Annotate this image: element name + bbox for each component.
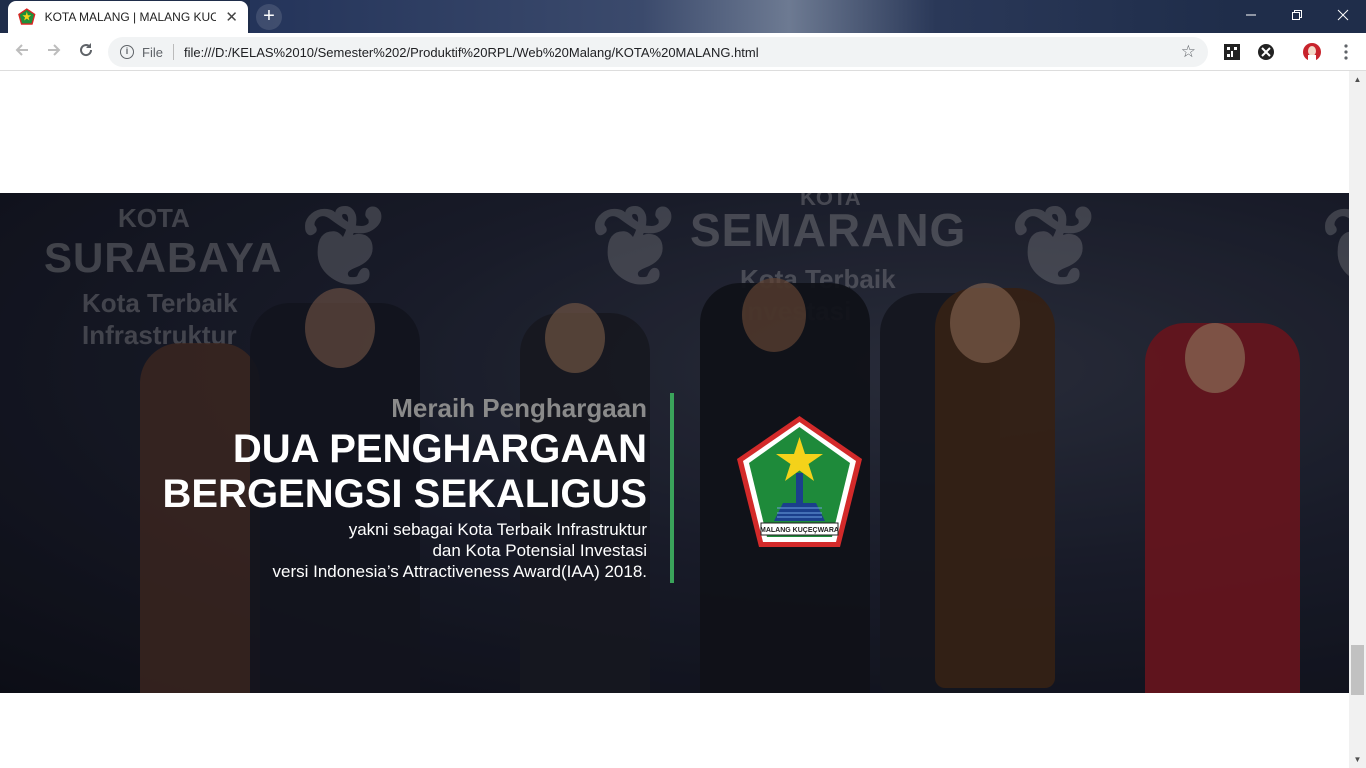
accent-divider <box>670 393 674 583</box>
restore-icon[interactable] <box>1274 0 1320 30</box>
menu-dots-icon[interactable] <box>1336 42 1356 62</box>
extension-grid-icon[interactable] <box>1222 42 1242 62</box>
tab-title: KOTA MALANG | MALANG KUCEÇWARA <box>44 10 217 24</box>
malang-emblem-icon: MALANG KUÇEÇWARA <box>737 416 862 547</box>
award-eyebrow: Meraih Penghargaan <box>391 393 647 423</box>
browser-titlebar: KOTA MALANG | MALANG KUCEÇWARA ✕ + <box>0 0 1366 33</box>
minimize-icon[interactable] <box>1228 0 1274 30</box>
scrollbar-thumb[interactable] <box>1351 645 1364 695</box>
award-headline-line1: DUA PENGHARGAAN <box>232 427 647 471</box>
titlebar-theme-image <box>250 0 1230 33</box>
address-bar[interactable]: i File file:///D:/KELAS%2010/Semester%20… <box>108 37 1208 67</box>
new-tab-button[interactable]: + <box>256 4 282 30</box>
award-desc-line1: yakni sebagai Kota Terbaik Infrastruktur <box>348 520 647 539</box>
tab-close-icon[interactable]: ✕ <box>225 8 238 26</box>
page-viewport: KOTA SURABAYA Kota Terbaik Infrastruktur… <box>0 71 1349 768</box>
scroll-down-icon[interactable]: ▼ <box>1349 751 1366 768</box>
award-description: yakni sebagai Kota Terbaik Infrastruktur… <box>162 519 647 582</box>
scroll-up-icon[interactable]: ▲ <box>1349 71 1366 88</box>
reload-icon[interactable] <box>74 40 98 64</box>
back-arrow-icon[interactable] <box>10 40 34 64</box>
award-desc-line3: versi Indonesia’s Attractiveness Award(I… <box>272 562 647 581</box>
vertical-scrollbar[interactable]: ▲ ▼ <box>1349 71 1366 768</box>
emblem-favicon-icon <box>18 8 36 25</box>
browser-toolbar: i File file:///D:/KELAS%2010/Semester%20… <box>0 33 1366 71</box>
profile-avatar-icon[interactable] <box>1302 42 1322 62</box>
award-desc-line2: dan Kota Potensial Investasi <box>432 541 647 560</box>
award-headline: DUA PENGHARGAAN BERGENGSI SEKALIGUS <box>162 427 647 517</box>
info-icon[interactable]: i <box>120 45 134 59</box>
forward-arrow-icon[interactable] <box>42 40 66 64</box>
extension-cross-icon[interactable] <box>1256 42 1276 62</box>
window-close-icon[interactable] <box>1320 0 1366 30</box>
award-headline-line2: BERGENGSI SEKALIGUS <box>162 472 647 516</box>
url-text[interactable]: file:///D:/KELAS%2010/Semester%202/Produ… <box>184 45 1181 60</box>
address-separator <box>172 44 174 60</box>
browser-tab[interactable]: KOTA MALANG | MALANG KUCEÇWARA ✕ <box>8 1 248 33</box>
emblem-motto: MALANG KUÇEÇWARA <box>760 527 839 534</box>
award-hero-section: KOTA SURABAYA Kota Terbaik Infrastruktur… <box>0 193 1349 693</box>
scheme-label: File <box>142 44 163 60</box>
bookmark-star-icon[interactable]: ☆ <box>1181 42 1196 62</box>
award-text-block: Meraih Penghargaan DUA PENGHARGAAN BERGE… <box>162 393 647 582</box>
